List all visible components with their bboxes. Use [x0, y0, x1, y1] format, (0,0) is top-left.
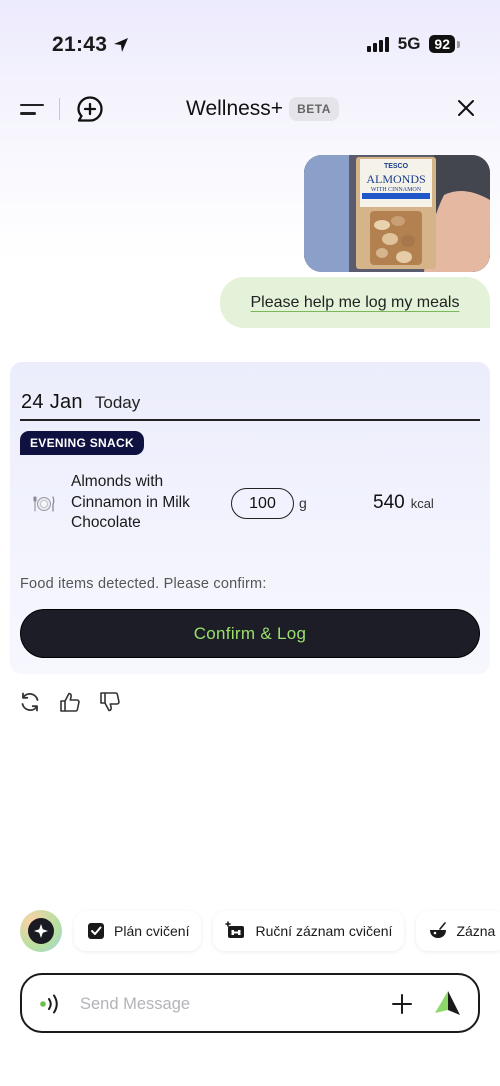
- menu-button[interactable]: [20, 98, 46, 120]
- food-item-name: Almonds with Cinnamon in Milk Chocolate: [71, 473, 190, 531]
- dumbbell-icon: [225, 921, 245, 938]
- quick-action-workout-plan[interactable]: Plán cvičení: [74, 911, 202, 951]
- meal-type-badge: EVENING SNACK: [20, 431, 144, 455]
- photo-product-line2: WITH CINNAMON: [371, 187, 422, 193]
- bowl-icon: [430, 922, 447, 938]
- status-indicators: 5G 92: [366, 34, 460, 54]
- message-input[interactable]: [80, 990, 370, 1018]
- quick-action-label: Ruční záznam cvičení: [255, 923, 393, 939]
- quick-action-meal-record[interactable]: Zázna: [416, 911, 500, 951]
- quick-actions-row: Plán cvičení Ruční záznam cvičení Zázna: [20, 910, 500, 952]
- voice-icon[interactable]: [36, 991, 64, 1017]
- close-icon[interactable]: [455, 97, 477, 119]
- meal-date: 24 Jan: [21, 391, 83, 413]
- almonds-package-photo: TESCO ALMONDS WITH CINNAMON: [304, 155, 490, 272]
- date-divider: [20, 419, 480, 421]
- battery-level: 92: [429, 35, 455, 53]
- quick-action-label: Plán cvičení: [114, 923, 190, 939]
- add-attachment-icon[interactable]: [390, 992, 414, 1016]
- calories-value: 540: [373, 492, 405, 513]
- app-title-text: Wellness+: [186, 97, 284, 120]
- uploaded-food-photo[interactable]: TESCO ALMONDS WITH CINNAMON: [304, 155, 490, 272]
- food-calories: 540 kcal: [373, 492, 434, 514]
- network-label: 5G: [397, 34, 421, 53]
- status-time: 21:43: [52, 33, 129, 57]
- photo-product-line1: ALMONDS: [366, 172, 425, 186]
- calories-unit: kcal: [410, 496, 434, 511]
- meal-day-label: Today: [94, 393, 141, 412]
- status-time-text: 21:43: [52, 33, 108, 56]
- beta-badge: BETA: [289, 97, 339, 121]
- quick-action-manual-workout[interactable]: Ruční záznam cvičení: [213, 911, 405, 951]
- location-arrow-icon: [114, 38, 129, 52]
- user-message-text: Please help me log my meals: [250, 293, 460, 311]
- thumbs-down-icon[interactable]: [99, 691, 121, 713]
- quick-action-label: Zázna: [456, 923, 496, 939]
- detection-message: Food items detected. Please confirm:: [20, 576, 267, 592]
- user-message-bubble: Please help me log my meals: [220, 277, 490, 328]
- assistant-avatar[interactable]: [20, 910, 62, 952]
- regenerate-icon[interactable]: [19, 691, 41, 713]
- header-divider: [59, 98, 60, 120]
- sparkle-icon: [28, 918, 54, 944]
- meal-date-row: 24 Jan Today: [21, 391, 140, 414]
- signal-icon: [366, 36, 389, 52]
- thumbs-up-icon[interactable]: [59, 691, 81, 713]
- quantity-unit: g: [299, 495, 307, 511]
- photo-brand: TESCO: [384, 163, 409, 170]
- quantity-input[interactable]: [231, 488, 294, 519]
- confirm-log-button[interactable]: Confirm & Log: [20, 609, 480, 658]
- send-icon[interactable]: [433, 989, 461, 1017]
- checkbox-icon: [88, 923, 104, 939]
- plate-cutlery-icon: [33, 496, 55, 512]
- battery-icon: 92: [429, 35, 460, 53]
- new-chat-icon[interactable]: [76, 95, 104, 123]
- app-title: Wellness+ BETA: [186, 97, 339, 121]
